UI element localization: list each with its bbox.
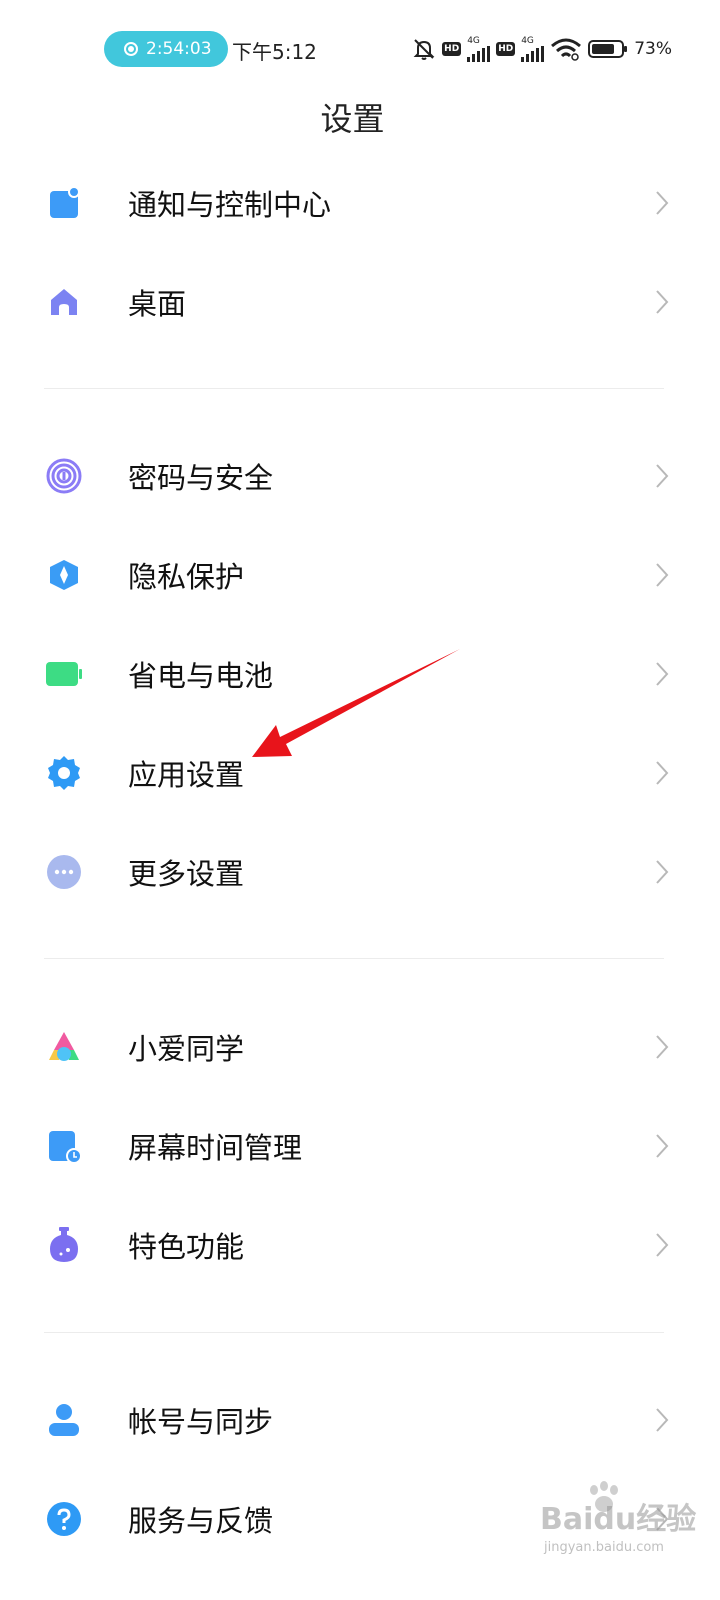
cellular-signal-icon: 4G: [467, 35, 491, 62]
bell-muted-icon: [413, 39, 435, 60]
chevron-right-icon: [652, 460, 672, 492]
chevron-right-icon: [652, 1229, 672, 1261]
section-divider: [44, 1332, 664, 1333]
settings-item-desktop[interactable]: 桌面: [0, 252, 720, 351]
settings-item-label: 通知与控制中心: [128, 187, 332, 222]
battery-percent: 73%: [634, 39, 672, 59]
settings-item-label: 省电与电池: [128, 658, 274, 693]
chevron-right-icon: [652, 286, 672, 318]
more-dots-icon: [44, 852, 84, 892]
chevron-right-icon: [652, 1130, 672, 1162]
chevron-right-icon: [652, 658, 672, 690]
watermark-main-text: Baidu经验: [540, 1502, 697, 1537]
features-icon: [44, 1225, 84, 1265]
page-title: 设置: [320, 100, 385, 138]
fingerprint-icon: [44, 456, 84, 496]
settings-item-label: 隐私保护: [128, 559, 245, 594]
wifi-icon: [551, 38, 582, 61]
chevron-right-icon: [652, 1404, 672, 1436]
watermark-url: jingyan.baidu.com: [544, 1540, 664, 1555]
hd-voice-icon-2: HD: [496, 42, 516, 56]
xiaoai-icon: [44, 1027, 84, 1067]
settings-item-notifications[interactable]: 通知与控制中心: [0, 153, 720, 252]
section-divider: [44, 958, 664, 959]
chevron-right-icon: [652, 856, 672, 888]
network-type-label-2: 4G: [521, 35, 534, 46]
settings-item-features[interactable]: 特色功能: [0, 1195, 720, 1294]
settings-item-app-settings[interactable]: 应用设置: [0, 723, 720, 822]
section-divider: [44, 388, 664, 389]
hd-voice-icon: HD: [442, 42, 462, 56]
battery-icon: [44, 654, 84, 694]
home-icon: [44, 282, 84, 322]
settings-item-label: 应用设置: [128, 757, 245, 792]
status-bar: 2:54:03 下午5:12 HD 4G HD 4G 73%: [0, 0, 720, 96]
cellular-signal-icon-2: 4G: [521, 35, 545, 62]
account-icon: [44, 1400, 84, 1440]
settings-item-label: 密码与安全: [128, 460, 274, 495]
settings-item-xiaoai[interactable]: 小爱同学: [0, 997, 720, 1096]
status-icons: HD 4G HD 4G 73%: [412, 35, 672, 63]
settings-item-label: 更多设置: [128, 856, 245, 891]
settings-item-label: 屏幕时间管理: [128, 1130, 303, 1165]
settings-item-privacy[interactable]: 隐私保护: [0, 525, 720, 624]
chevron-right-icon: [652, 757, 672, 789]
settings-item-label: 桌面: [128, 286, 187, 321]
settings-item-screen-time[interactable]: 屏幕时间管理: [0, 1096, 720, 1195]
status-clock: 下午5:12: [232, 40, 317, 64]
notification-icon: [44, 183, 84, 223]
settings-item-label: 特色功能: [128, 1229, 245, 1264]
chevron-right-icon: [652, 559, 672, 591]
screen-recording-pill[interactable]: 2:54:03: [104, 31, 228, 67]
settings-item-label: 小爱同学: [128, 1031, 245, 1066]
baidu-watermark: Baidu经验 jingyan.baidu.com: [540, 1481, 716, 1568]
help-icon: [44, 1499, 84, 1539]
chevron-right-icon: [652, 1031, 672, 1063]
battery-status-icon: [588, 40, 628, 58]
settings-item-account-sync[interactable]: 帐号与同步: [0, 1370, 720, 1469]
network-type-label: 4G: [467, 35, 480, 46]
settings-item-more-settings[interactable]: 更多设置: [0, 822, 720, 921]
gear-icon: [44, 753, 84, 793]
chevron-right-icon: [652, 187, 672, 219]
settings-item-password-security[interactable]: 密码与安全: [0, 426, 720, 525]
screen-time-icon: [44, 1126, 84, 1166]
privacy-shield-icon: [44, 555, 84, 595]
record-icon: [124, 42, 138, 56]
settings-item-battery[interactable]: 省电与电池: [0, 624, 720, 723]
settings-item-label: 服务与反馈: [128, 1503, 274, 1538]
settings-item-label: 帐号与同步: [128, 1404, 274, 1439]
recording-time: 2:54:03: [146, 39, 212, 59]
